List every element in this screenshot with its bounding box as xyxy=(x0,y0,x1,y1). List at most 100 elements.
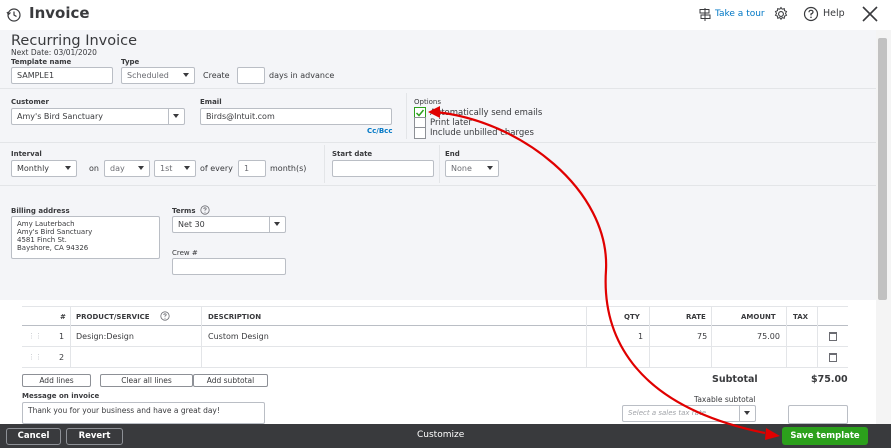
chevron-down-icon xyxy=(274,222,280,226)
days-advance-label: days in advance xyxy=(269,71,335,80)
col-divider xyxy=(711,307,712,367)
row-product[interactable]: Design:Design xyxy=(76,332,134,341)
billing-line: 4581 Finch St. xyxy=(17,236,67,244)
sales-tax-placeholder: Select a sales tax rate xyxy=(628,409,707,417)
divider xyxy=(439,145,440,183)
billing-address-input[interactable]: Amy Lauterbach Amy's Bird Sanctuary 4581… xyxy=(11,216,160,259)
drag-handle-icon[interactable]: ⋮⋮ xyxy=(28,332,42,340)
interval-frequency-select[interactable]: Monthly xyxy=(11,160,77,177)
col-divider xyxy=(786,307,787,367)
billing-address-label: Billing address xyxy=(11,207,70,215)
page-title: Invoice xyxy=(29,4,90,22)
subtotal-label: Subtotal xyxy=(712,374,758,385)
auto-send-label: Automatically send emails xyxy=(430,108,543,118)
chevron-down-icon xyxy=(744,411,750,415)
end-label: End xyxy=(445,150,460,158)
cancel-button[interactable]: Cancel xyxy=(6,428,61,445)
on-label: on xyxy=(89,164,99,173)
print-later-label: Print later xyxy=(430,118,472,128)
clear-all-lines-button[interactable]: Clear all lines xyxy=(100,374,193,387)
tax-amount-input[interactable] xyxy=(788,405,848,424)
billing-line: Amy Lauterbach xyxy=(17,220,75,228)
help-icon[interactable] xyxy=(803,6,819,22)
col-header-qty: QTY xyxy=(624,313,640,321)
table-header-border xyxy=(22,325,848,326)
col-divider xyxy=(586,307,587,367)
customer-label: Customer xyxy=(11,98,49,106)
email-input[interactable]: Birds@Intuit.com xyxy=(200,108,392,125)
scrollbar-thumb[interactable] xyxy=(878,38,887,300)
interval-label: Interval xyxy=(11,150,42,158)
interval-ordinal-value: 1st xyxy=(160,164,173,173)
customer-dropdown-toggle[interactable] xyxy=(168,109,184,124)
col-header-product: PRODUCT/SERVICE xyxy=(76,313,150,321)
terms-select[interactable]: Net 30 xyxy=(172,216,286,233)
add-lines-button[interactable]: Add lines xyxy=(22,374,91,387)
message-input[interactable]: Thank you for your business and have a g… xyxy=(22,402,265,424)
every-count-input[interactable]: 1 xyxy=(238,160,266,177)
interval-day-select[interactable]: day xyxy=(104,160,150,177)
trash-icon[interactable] xyxy=(829,332,837,341)
type-select[interactable]: Scheduled xyxy=(121,67,195,84)
include-unbilled-label: Include unbilled charges xyxy=(430,128,534,138)
chevron-down-icon xyxy=(138,166,144,170)
divider xyxy=(324,145,325,183)
divider xyxy=(0,185,876,186)
col-divider xyxy=(70,307,71,367)
terms-label: Terms xyxy=(172,207,196,215)
chevron-down-icon xyxy=(173,114,179,118)
trash-icon[interactable] xyxy=(829,353,837,362)
col-divider xyxy=(649,307,650,367)
chevron-down-icon xyxy=(183,73,189,77)
email-label: Email xyxy=(200,98,222,106)
revert-button[interactable]: Revert xyxy=(66,428,123,445)
options-label: Options xyxy=(414,98,442,106)
interval-ordinal-select[interactable]: 1st xyxy=(154,160,196,177)
divider xyxy=(0,88,876,89)
add-subtotal-button[interactable]: Add subtotal xyxy=(193,374,268,387)
divider xyxy=(406,93,407,139)
create-days-input[interactable] xyxy=(237,67,265,84)
save-template-button[interactable]: Save template xyxy=(782,427,868,445)
help-icon[interactable] xyxy=(200,205,210,215)
of-every-label: of every xyxy=(200,164,233,173)
end-select[interactable]: None xyxy=(445,160,499,177)
close-icon[interactable] xyxy=(861,5,879,23)
type-select-value: Scheduled xyxy=(127,71,169,80)
terms-dropdown-toggle[interactable] xyxy=(269,217,285,232)
help-link[interactable]: Help xyxy=(823,8,845,19)
include-unbilled-checkbox[interactable] xyxy=(414,127,426,139)
start-date-label: Start date xyxy=(332,150,373,158)
start-date-input[interactable] xyxy=(332,160,434,177)
row-amount[interactable]: 75.00 xyxy=(757,332,780,341)
chevron-down-icon xyxy=(184,166,190,170)
taxable-subtotal-label: Taxable subtotal xyxy=(694,395,756,404)
col-header-tax: TAX xyxy=(793,313,809,321)
end-select-value: None xyxy=(451,164,472,173)
cc-bcc-link[interactable]: Cc/Bcc xyxy=(367,127,392,135)
col-header-num: # xyxy=(60,313,66,321)
drag-handle-icon[interactable]: ⋮⋮ xyxy=(28,353,42,361)
row-divider xyxy=(22,346,848,347)
row-rate[interactable]: 75 xyxy=(697,332,707,341)
take-tour-link[interactable]: Take a tour xyxy=(715,9,765,19)
divider xyxy=(0,142,876,143)
row-number: 1 xyxy=(59,332,65,341)
billing-line: Amy's Bird Sanctuary xyxy=(17,228,93,236)
customer-select-value: Amy's Bird Sanctuary xyxy=(17,112,103,121)
customer-select[interactable]: Amy's Bird Sanctuary xyxy=(11,108,185,125)
sales-tax-select[interactable]: Select a sales tax rate xyxy=(622,405,756,422)
history-icon[interactable] xyxy=(6,7,22,23)
customize-link[interactable]: Customize xyxy=(417,430,464,440)
template-name-input[interactable]: SAMPLE1 xyxy=(11,67,113,84)
crew-input[interactable] xyxy=(172,258,286,275)
gear-icon[interactable] xyxy=(773,6,789,22)
top-bar: Invoice Take a tour Help xyxy=(0,0,891,30)
sales-tax-dropdown-toggle[interactable] xyxy=(739,406,755,421)
chevron-down-icon xyxy=(487,166,493,170)
row-qty[interactable]: 1 xyxy=(638,332,643,341)
row-description[interactable]: Custom Design xyxy=(208,332,269,341)
col-header-description: DESCRIPTION xyxy=(208,313,262,321)
create-label: Create xyxy=(203,71,230,80)
help-icon[interactable] xyxy=(160,311,170,321)
